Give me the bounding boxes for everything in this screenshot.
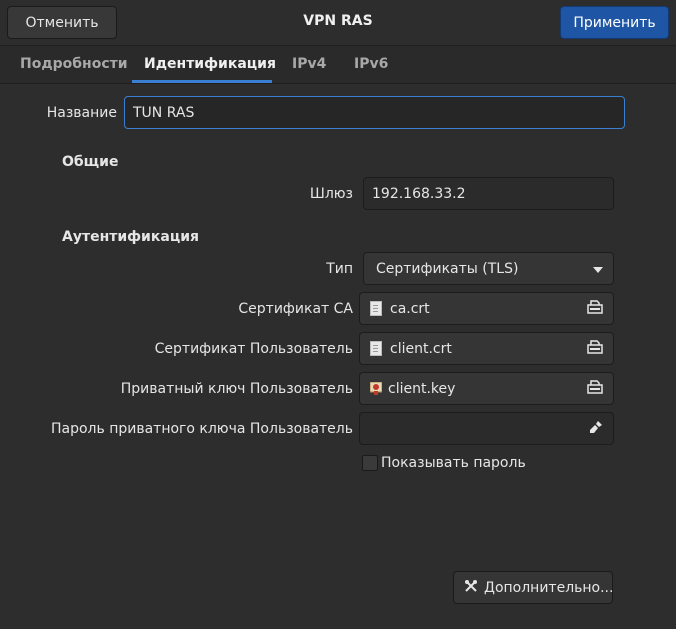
tab-identity[interactable]: Идентификация <box>144 56 276 72</box>
header-bar: Отменить VPN RAS Применить <box>0 0 676 46</box>
apply-button[interactable]: Применить <box>560 6 669 39</box>
advanced-button[interactable]: Дополнительно... <box>453 571 613 604</box>
file-chooser-icon <box>587 339 603 358</box>
tab-ipv6[interactable]: IPv6 <box>354 56 388 72</box>
identity-panel: Название TUN RAS Общие Шлюз 192.168.33.2… <box>0 84 676 629</box>
clear-brush-icon[interactable] <box>589 420 603 438</box>
chevron-down-icon <box>593 261 603 277</box>
key-password-label: Пароль приватного ключа Пользователь <box>50 421 353 437</box>
tab-bar: Подробности Идентификация IPv4 IPv6 <box>0 46 676 84</box>
active-tab-indicator <box>132 80 272 83</box>
ca-cert-filename: ca.crt <box>390 300 430 317</box>
apply-button-label: Применить <box>573 14 656 31</box>
private-key-label: Приватный ключ Пользователь <box>120 381 353 397</box>
file-chooser-icon <box>587 379 603 398</box>
file-icon <box>370 341 382 356</box>
gateway-input[interactable]: 192.168.33.2 <box>363 177 614 210</box>
certificate-key-icon <box>369 381 383 395</box>
user-cert-filename: client.crt <box>390 340 452 357</box>
name-input-value: TUN RAS <box>133 104 195 121</box>
tab-details[interactable]: Подробности <box>20 56 128 72</box>
auth-section-heading: Аутентификация <box>62 229 199 245</box>
name-label: Название <box>46 105 117 121</box>
file-chooser-icon <box>587 299 603 318</box>
ca-cert-label: Сертификат CA <box>238 301 353 317</box>
file-icon <box>370 301 382 316</box>
auth-type-value: Сертификаты (TLS) <box>376 260 519 277</box>
show-password-label[interactable]: Показывать пароль <box>381 455 526 471</box>
auth-type-dropdown[interactable]: Сертификаты (TLS) <box>363 252 614 285</box>
key-password-input[interactable] <box>359 412 614 445</box>
private-key-file-button[interactable]: client.key <box>359 372 614 405</box>
tools-icon <box>464 579 478 597</box>
ca-cert-file-button[interactable]: ca.crt <box>359 292 614 325</box>
name-input[interactable]: TUN RAS <box>124 96 625 129</box>
gateway-label: Шлюз <box>309 186 353 202</box>
gateway-input-value: 192.168.33.2 <box>372 185 466 202</box>
user-cert-file-button[interactable]: client.crt <box>359 332 614 365</box>
advanced-button-label: Дополнительно... <box>484 579 614 596</box>
tab-ipv4[interactable]: IPv4 <box>292 56 326 72</box>
type-label: Тип <box>326 261 353 277</box>
private-key-filename: client.key <box>388 380 456 397</box>
show-password-checkbox[interactable] <box>362 455 378 471</box>
user-cert-label: Сертификат Пользователь <box>154 341 353 357</box>
general-section-heading: Общие <box>62 154 119 170</box>
